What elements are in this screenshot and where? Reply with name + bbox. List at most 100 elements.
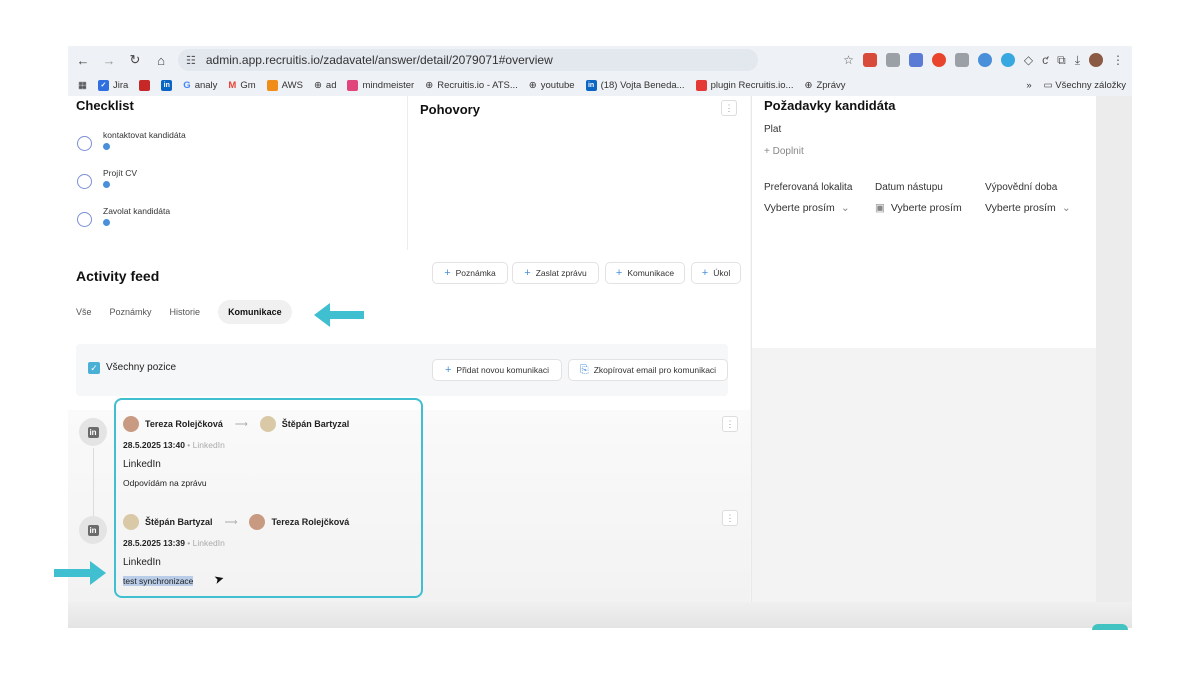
interviews-title: Pohovory bbox=[420, 102, 480, 117]
notice-label: Výpovědní doba bbox=[985, 182, 1058, 193]
right-gutter bbox=[1096, 96, 1132, 628]
bookmark-linkedin-feed[interactable]: in (18) Vojta Beneda... bbox=[585, 79, 685, 91]
more-bookmarks-button[interactable]: » bbox=[1026, 80, 1031, 91]
info-icon bbox=[103, 143, 110, 150]
gmail-icon: M bbox=[228, 79, 237, 91]
download-icon[interactable]: ⤓ bbox=[1075, 53, 1080, 68]
send-message-button[interactable]: + Zaslat zprávu bbox=[512, 262, 599, 284]
bookmark-analy[interactable]: Ganaly bbox=[183, 80, 217, 91]
linkedin-icon: in bbox=[161, 79, 173, 91]
more-options-icon[interactable]: ⋮ bbox=[722, 416, 738, 432]
puzzle-icon[interactable]: ⧉ bbox=[1057, 53, 1066, 68]
bookmark-zpravy[interactable]: ⊕ Zprávy bbox=[804, 80, 845, 91]
notice-select[interactable]: Vyberte prosím ⌄ bbox=[985, 202, 1071, 214]
opera-icon[interactable] bbox=[931, 53, 946, 67]
all-positions-checkbox[interactable]: ✓ bbox=[88, 362, 100, 374]
info-icon bbox=[103, 181, 110, 188]
extension-icon[interactable] bbox=[862, 53, 877, 67]
back-icon[interactable]: ← bbox=[72, 49, 94, 71]
tab-communication[interactable]: Komunikace bbox=[218, 300, 292, 324]
tab-all[interactable]: Vše bbox=[76, 307, 92, 317]
copy-icon: ⎘ bbox=[579, 363, 589, 376]
all-bookmarks-button[interactable]: ▭ Všechny záložky bbox=[1044, 80, 1126, 91]
address-bar[interactable]: ☷ admin.app.recruitis.io/zadavatel/answe… bbox=[178, 49, 758, 71]
star-icon[interactable]: ☆ bbox=[843, 53, 854, 67]
salary-label: Plat bbox=[764, 124, 782, 135]
globe-icon: ⊕ bbox=[528, 79, 537, 91]
callout-arrow-tab bbox=[314, 303, 364, 327]
feed-tabs: Vše Poznámky Historie Komunikace bbox=[76, 300, 292, 324]
checklist-panel: Checklist kontaktovat kandidáta Projít C… bbox=[68, 96, 408, 250]
bookmark-recruitis[interactable]: ⊕ Recruitis.io - ATS... bbox=[425, 80, 518, 91]
google-icon: G bbox=[183, 79, 191, 91]
callout-arrow-message bbox=[54, 561, 106, 585]
bookmark-aws[interactable]: AWS bbox=[266, 79, 303, 91]
checklist-item[interactable]: Projít CV bbox=[77, 168, 137, 189]
extension-icon[interactable] bbox=[1000, 53, 1015, 67]
bottom-strip bbox=[68, 602, 1132, 628]
plus-icon: + bbox=[524, 267, 531, 279]
info-icon bbox=[103, 219, 110, 226]
start-date-label: Datum nástupu bbox=[875, 182, 943, 193]
location-label: Preferovaná lokalita bbox=[764, 182, 853, 193]
bookmark-jira[interactable]: ✓ Jira bbox=[97, 79, 128, 91]
forward-icon[interactable]: → bbox=[98, 49, 120, 71]
location-select[interactable]: Vyberte prosím ⌄ bbox=[764, 202, 850, 214]
bookmark-plugin[interactable]: plugin Recruitis.io... bbox=[695, 79, 793, 91]
home-icon[interactable]: ⌂ bbox=[150, 49, 172, 71]
add-task-button[interactable]: + Úkol bbox=[691, 262, 741, 284]
more-options-icon[interactable]: ⋮ bbox=[722, 510, 738, 526]
diamond-icon[interactable]: ◇ bbox=[1024, 53, 1033, 67]
globe-icon: ⊕ bbox=[313, 79, 322, 91]
bookmark-gm[interactable]: M Gm bbox=[228, 80, 255, 91]
add-communication-button[interactable]: + Komunikace bbox=[605, 262, 685, 284]
linkedin-channel-badge: in bbox=[79, 516, 107, 544]
checkbox-circle[interactable] bbox=[77, 136, 92, 151]
bookmark-linkedin[interactable]: in bbox=[161, 79, 173, 91]
aws-icon bbox=[266, 79, 278, 91]
checkbox-circle[interactable] bbox=[77, 174, 92, 189]
more-options-icon[interactable]: ⋮ bbox=[721, 100, 737, 116]
extensions-row: ☆ ◇ ƈ ⧉ ⤓ ⋮ bbox=[843, 49, 1124, 71]
copy-email-button[interactable]: ⎘ Zkopírovat email pro komunikaci bbox=[568, 359, 728, 381]
apps-icon[interactable]: ▦ bbox=[78, 80, 87, 91]
linkedin-channel-badge: in bbox=[79, 418, 107, 446]
empty-area bbox=[751, 348, 1096, 628]
plus-icon: + bbox=[444, 267, 451, 279]
bookmark-youtube[interactable]: ⊕ youtube bbox=[529, 80, 575, 91]
mindmeister-icon bbox=[347, 79, 359, 91]
add-salary-button[interactable]: + Doplnit bbox=[764, 146, 804, 157]
extension-icon[interactable] bbox=[954, 53, 969, 67]
bookmarks-bar: ▦ ✓ Jira in Ganaly M Gm AWS ⊕ ad mindmeiste… bbox=[68, 74, 1132, 96]
activity-feed-title: Activity feed bbox=[76, 268, 160, 284]
folder-icon: ▭ bbox=[1043, 79, 1053, 91]
all-positions-label: Všechny pozice bbox=[106, 362, 177, 373]
extension-icon[interactable] bbox=[885, 53, 900, 67]
chevron-down-icon: ⌄ bbox=[1061, 202, 1071, 214]
linkedin-icon: in bbox=[87, 426, 99, 438]
start-date-picker[interactable]: ▣ Vyberte prosím bbox=[875, 202, 962, 214]
checklist-item[interactable]: kontaktovat kandidáta bbox=[77, 130, 186, 151]
bookmark-mindmeister[interactable]: mindmeister bbox=[347, 79, 414, 91]
jira-icon: ✓ bbox=[97, 79, 109, 91]
extension-icon[interactable] bbox=[908, 53, 923, 67]
extension-icon[interactable] bbox=[977, 53, 992, 67]
tab-notes[interactable]: Poznámky bbox=[110, 307, 152, 317]
bookmark-ad[interactable]: ⊕ ad bbox=[314, 80, 337, 91]
reload-icon[interactable]: ↻ bbox=[124, 49, 146, 71]
add-note-button[interactable]: + Poznámka bbox=[432, 262, 508, 284]
menu-icon[interactable]: ⋮ bbox=[1112, 53, 1124, 67]
profile-avatar[interactable] bbox=[1089, 53, 1103, 67]
site-settings-icon[interactable]: ☷ bbox=[186, 54, 196, 67]
add-new-communication-button[interactable]: + Přidat novou komunikaci bbox=[432, 359, 562, 381]
checkbox-circle[interactable] bbox=[77, 212, 92, 227]
plus-icon: + bbox=[444, 364, 452, 376]
bookmark-icon-only[interactable] bbox=[139, 79, 151, 91]
extension-icon[interactable]: ƈ bbox=[1042, 53, 1048, 67]
floating-action-button[interactable] bbox=[1092, 624, 1128, 630]
tab-history[interactable]: Historie bbox=[170, 307, 201, 317]
youtube-icon bbox=[695, 79, 707, 91]
checklist-item[interactable]: Zavolat kandidáta bbox=[77, 206, 170, 227]
plus-icon: + bbox=[701, 267, 709, 279]
highlight-box bbox=[114, 398, 423, 598]
